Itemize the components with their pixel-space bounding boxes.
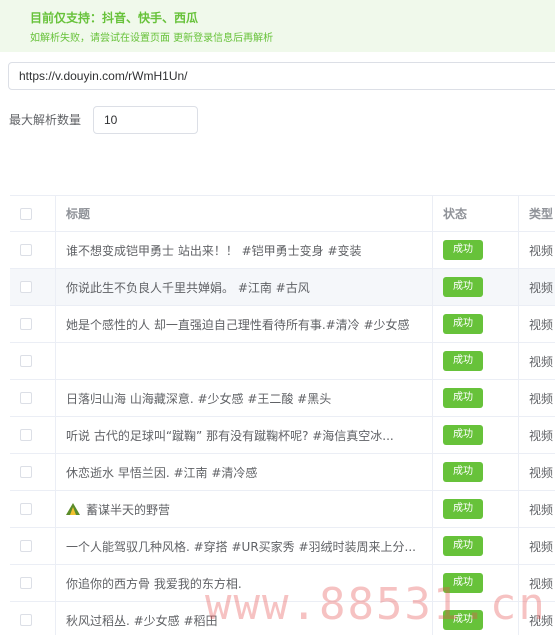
status-badge: 成功 (443, 351, 483, 371)
row-title: 蓄谋半天的野营 (86, 502, 171, 517)
row-checkbox[interactable] (20, 503, 32, 515)
status-badge: 成功 (443, 314, 483, 334)
table-header: 标题 状态 类型 (10, 195, 555, 232)
row-type: 视频 (529, 539, 554, 554)
row-status-cell: 成功 (433, 343, 519, 379)
status-badge: 成功 (443, 240, 483, 260)
row-status-cell: 成功 (433, 491, 519, 527)
table-body: 谁不想变成铠甲勇士 站出来！！ #铠甲勇士变身 #变装 成功 视频 你说此生不负良人千… (10, 232, 555, 635)
row-title-cell (56, 343, 433, 379)
notice-title: 目前仅支持：抖音、快手、西瓜 (30, 11, 199, 25)
notice-banner: 目前仅支持：抖音、快手、西瓜 如解析失败，请尝试在设置页面 更新登录信息后再解析 (0, 0, 555, 52)
select-all-cell (10, 196, 56, 231)
row-status-cell: 成功 (433, 269, 519, 305)
select-all-checkbox[interactable] (20, 207, 32, 220)
table-row[interactable]: 成功 视频 (10, 343, 555, 380)
url-input[interactable] (8, 62, 555, 90)
row-status-cell: 成功 (433, 232, 519, 268)
notice-subtitle: 如解析失败，请尝试在设置页面 更新登录信息后再解析 (30, 33, 274, 44)
row-status-cell: 成功 (433, 417, 519, 453)
row-title: 你说此生不负良人千里共婵娟。 #江南 #古风 (66, 280, 310, 295)
row-title-cell: 她是个感性的人 却一直强迫自己理性看待所有事.#清冷 #少女感 (56, 306, 433, 342)
row-check-cell (10, 269, 56, 305)
row-type: 视频 (529, 280, 554, 295)
max-count-label: 最大解析数量 (9, 113, 82, 127)
header-title: 标题 (56, 196, 433, 231)
watermark: www.88531.cn (205, 579, 547, 630)
row-status-cell: 成功 (433, 528, 519, 564)
row-title: 日落归山海 山海藏深意. #少女感 #王二酸 #黑头 (66, 391, 332, 406)
row-type: 视频 (529, 354, 554, 369)
row-check-cell (10, 602, 56, 635)
row-check-cell (10, 306, 56, 342)
row-title: 她是个感性的人 却一直强迫自己理性看待所有事.#清冷 #少女感 (66, 317, 410, 332)
row-title: 听说 古代的足球叫“蹴鞠” 那有没有蹴鞠杯呢? #海信真空冰... (66, 428, 394, 443)
row-check-cell (10, 491, 56, 527)
row-check-cell (10, 417, 56, 453)
row-title: 一个人能驾驭几种风格. #穿搭 #UR买家秀 #羽绒时装周来上分... (66, 539, 416, 554)
row-type: 视频 (529, 428, 554, 443)
row-checkbox[interactable] (20, 540, 32, 552)
table-row[interactable]: 谁不想变成铠甲勇士 站出来！！ #铠甲勇士变身 #变装 成功 视频 (10, 232, 555, 269)
row-title-cell: 一个人能驾驭几种风格. #穿搭 #UR买家秀 #羽绒时装周来上分... (56, 528, 433, 564)
table-row[interactable]: 她是个感性的人 却一直强迫自己理性看待所有事.#清冷 #少女感 成功 视频 (10, 306, 555, 343)
table-row[interactable]: 你说此生不负良人千里共婵娟。 #江南 #古风 成功 视频 (10, 269, 555, 306)
max-count-input[interactable] (93, 106, 198, 134)
row-check-cell (10, 380, 56, 416)
row-checkbox[interactable] (20, 281, 32, 293)
row-checkbox[interactable] (20, 355, 32, 367)
row-title: 谁不想变成铠甲勇士 站出来！！ #铠甲勇士变身 #变装 (66, 243, 362, 258)
row-title-cell: 日落归山海 山海藏深意. #少女感 #王二酸 #黑头 (56, 380, 433, 416)
row-status-cell: 成功 (433, 380, 519, 416)
row-type: 视频 (529, 391, 554, 406)
status-badge: 成功 (443, 536, 483, 556)
header-status: 状态 (433, 196, 519, 231)
status-badge: 成功 (443, 462, 483, 482)
results-table: 标题 状态 类型 谁不想变成铠甲勇士 站出来！！ #铠甲勇士变身 #变装 成功 视频… (10, 195, 555, 635)
row-check-cell (10, 528, 56, 564)
row-type: 视频 (529, 317, 554, 332)
table-row[interactable]: 一个人能驾驭几种风格. #穿搭 #UR买家秀 #羽绒时装周来上分... 成功 视频 (10, 528, 555, 565)
row-title-cell: 蓄谋半天的野营 (56, 491, 433, 527)
row-status-cell: 成功 (433, 306, 519, 342)
status-badge: 成功 (443, 425, 483, 445)
row-checkbox[interactable] (20, 244, 32, 256)
header-type: 类型 (529, 207, 554, 221)
row-title-cell: 谁不想变成铠甲勇士 站出来！！ #铠甲勇士变身 #变装 (56, 232, 433, 268)
row-checkbox[interactable] (20, 318, 32, 330)
status-badge: 成功 (443, 499, 483, 519)
row-type: 视频 (529, 243, 554, 258)
row-check-cell (10, 343, 56, 379)
row-checkbox[interactable] (20, 429, 32, 441)
row-type: 视频 (529, 465, 554, 480)
table-row[interactable]: 蓄谋半天的野营 成功 视频 (10, 491, 555, 528)
row-check-cell (10, 565, 56, 601)
row-title: 秋风过稻丛. #少女感 #稻田 (66, 613, 218, 628)
row-checkbox[interactable] (20, 392, 32, 404)
status-badge: 成功 (443, 277, 483, 297)
row-check-cell (10, 454, 56, 490)
row-title-cell: 你说此生不负良人千里共婵娟。 #江南 #古风 (56, 269, 433, 305)
row-checkbox[interactable] (20, 577, 32, 589)
row-checkbox[interactable] (20, 614, 32, 626)
row-title-cell: 听说 古代的足球叫“蹴鞠” 那有没有蹴鞠杯呢? #海信真空冰... (56, 417, 433, 453)
row-title: 休恋逝水 早悟兰因. #江南 #清冷感 (66, 465, 258, 480)
tent-icon (66, 503, 80, 515)
table-row[interactable]: 听说 古代的足球叫“蹴鞠” 那有没有蹴鞠杯呢? #海信真空冰... 成功 视频 (10, 417, 555, 454)
row-status-cell: 成功 (433, 454, 519, 490)
table-row[interactable]: 日落归山海 山海藏深意. #少女感 #王二酸 #黑头 成功 视频 (10, 380, 555, 417)
table-row[interactable]: 休恋逝水 早悟兰因. #江南 #清冷感 成功 视频 (10, 454, 555, 491)
row-checkbox[interactable] (20, 466, 32, 478)
status-badge: 成功 (443, 388, 483, 408)
row-title-cell: 休恋逝水 早悟兰因. #江南 #清冷感 (56, 454, 433, 490)
row-check-cell (10, 232, 56, 268)
row-type: 视频 (529, 502, 554, 517)
